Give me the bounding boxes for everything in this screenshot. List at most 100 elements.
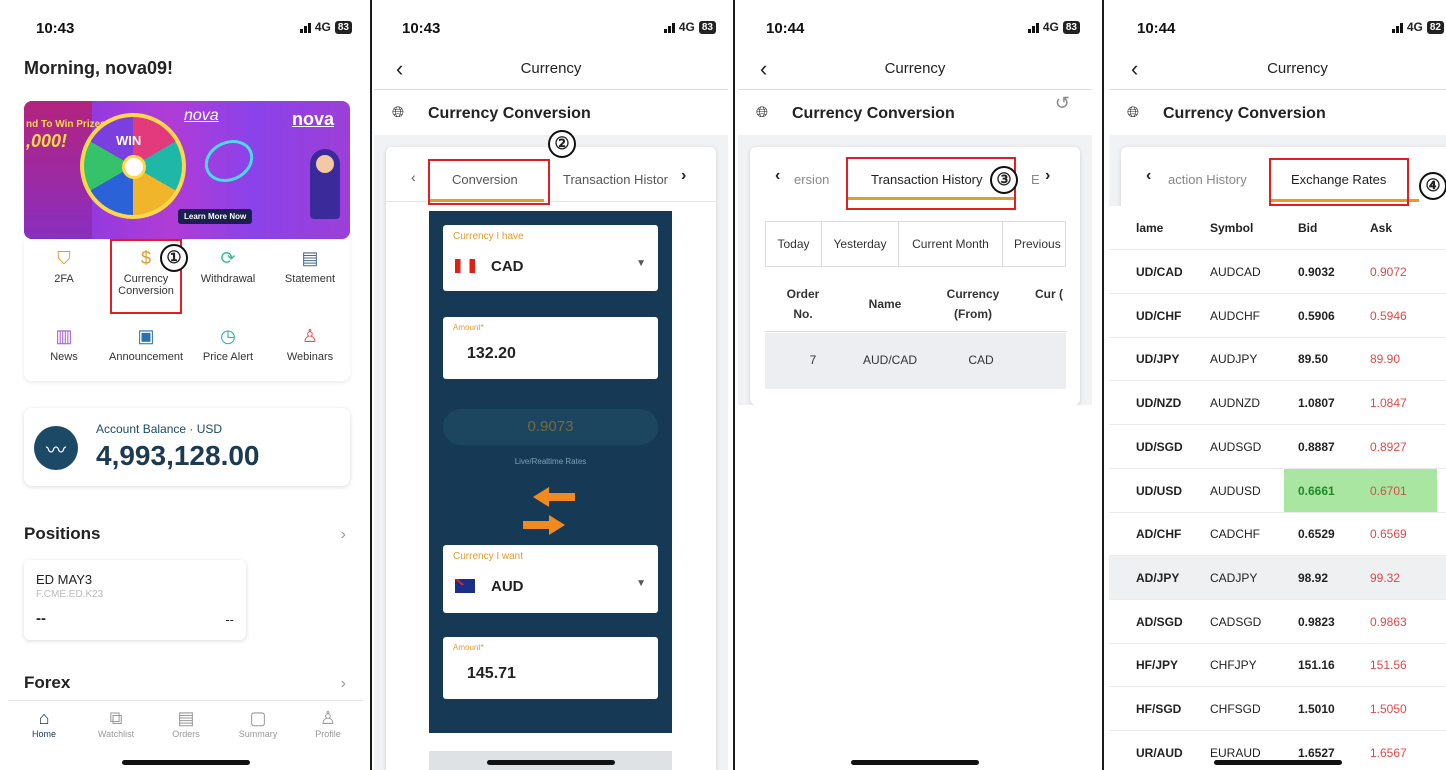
nova-logo-2: nova <box>292 109 335 129</box>
rate-ask: 0.5946 <box>1370 308 1407 323</box>
signal-icon <box>1027 22 1039 33</box>
wallet-icon: ▢ <box>249 708 267 728</box>
rate-name: HF/JPY <box>1136 658 1179 673</box>
filter-yesterday[interactable]: Yesterday <box>821 221 899 267</box>
refresh-icon[interactable]: ↺ <box>1055 93 1070 114</box>
tab-transaction-history[interactable]: action History <box>1168 172 1247 187</box>
rate-symbol: CADJPY <box>1210 570 1258 585</box>
greeting: Morning, nova09! <box>24 58 174 78</box>
divider <box>1102 0 1104 770</box>
qa-news[interactable]: ▥ News <box>24 325 104 363</box>
currency-want-select[interactable]: Currency I want AUD ▼ <box>443 545 658 613</box>
highlight-exchange-rates-tab <box>1269 158 1409 206</box>
rate-ask: 0.6701 <box>1370 483 1407 498</box>
table-row[interactable]: AD/CHF CADCHF 0.6529 0.6569 <box>1109 512 1446 557</box>
nav-title: Currency <box>520 60 582 77</box>
network-label: 4G <box>1406 20 1423 34</box>
table-row[interactable]: UD/CAD AUDCAD 0.9032 0.9072 <box>1109 250 1446 294</box>
promo-banner[interactable]: nd To Win Prizes ,000! WIN nova nova Lea… <box>24 101 350 239</box>
qa-price-alert[interactable]: ◷ Price Alert <box>188 325 268 363</box>
section-header: 🌐︎ Currency Conversion ↺ <box>738 91 1092 135</box>
table-row[interactable]: UD/JPY AUDJPY 89.50 89.90 <box>1109 337 1446 382</box>
tab-profile[interactable]: ♙ Profile <box>298 707 358 739</box>
home-indicator <box>487 760 615 765</box>
history-screen: 10:44 4G 83 ‹ Currency 🌐︎ Currency Conver… <box>738 0 1092 770</box>
tabs-next-icon[interactable]: › <box>1045 167 1050 185</box>
alert-clock-icon: ◷ <box>220 326 236 346</box>
rate-ask: 151.56 <box>1370 658 1407 673</box>
tab-exchange-rates[interactable]: E <box>1031 172 1040 187</box>
table-row[interactable]: UD/NZD AUDNZD 1.0807 1.0847 <box>1109 381 1446 426</box>
learn-more-button[interactable]: Learn More Now <box>178 209 253 224</box>
filter-today[interactable]: Today <box>765 221 822 267</box>
status-bar: 10:44 4G 82 <box>1109 0 1446 50</box>
qa-2fa[interactable]: ⛉ 2FA <box>24 247 104 285</box>
rate-bid: 89.50 <box>1298 352 1329 367</box>
nav-title: Currency <box>1267 60 1328 77</box>
rate-bid: 151.16 <box>1298 658 1335 673</box>
tab-home[interactable]: ⌂ Home <box>14 707 74 739</box>
rate-name: UD/CAD <box>1136 265 1183 279</box>
rate-name: UD/USD <box>1136 483 1183 498</box>
battery-icon: 82 <box>1426 20 1444 34</box>
table-row[interactable]: UD/CHF AUDCHF 0.5906 0.5946 <box>1109 294 1446 338</box>
qa-announcement[interactable]: ▣ Announcement <box>106 325 186 363</box>
rate-ask: 1.6567 <box>1370 745 1407 760</box>
tabs-prev-icon[interactable]: ‹ <box>1146 167 1151 185</box>
amount-to-field[interactable]: Amount* 145.71 <box>443 637 658 699</box>
tab-orders[interactable]: ▤ Orders <box>156 707 216 739</box>
signal-icon <box>1391 22 1403 33</box>
currency-have-select[interactable]: Currency I have CAD ▼ <box>443 225 658 291</box>
filter-current-month[interactable]: Current Month <box>898 221 1003 267</box>
network-label: 4G <box>678 20 695 34</box>
qa-statement[interactable]: ▤ Statement <box>270 247 350 285</box>
tabs-next-icon[interactable]: › <box>681 167 686 185</box>
table-row[interactable]: HF/JPY CHFJPY 151.16 151.56 <box>1109 643 1446 688</box>
signal-icon <box>299 22 311 33</box>
forex-chevron-icon[interactable]: › <box>341 675 346 693</box>
table-header: lame Symbol Bid Ask <box>1109 206 1446 250</box>
account-balance-card[interactable]: 〰 Account Balance · USD 4,993,128.00 <box>24 408 350 486</box>
filter-previous[interactable]: Previous <box>1002 221 1066 267</box>
section-title: Currency Conversion <box>428 105 591 122</box>
positions-chevron-icon[interactable]: › <box>341 526 346 544</box>
tab-summary[interactable]: ▢ Summary <box>228 707 288 739</box>
rates-screen: 10:44 4G 82 ‹ Currency 🌐︎ Currency Conver… <box>1109 0 1446 770</box>
home-icon: ⌂ <box>38 708 50 728</box>
rate-symbol: EURAUD <box>1210 745 1261 760</box>
network-label: 4G <box>314 20 331 34</box>
tabs-prev-icon[interactable]: ‹ <box>775 167 780 185</box>
step-marker-1: ① <box>160 244 188 272</box>
table-row[interactable]: AD/SGD CADSGD 0.9823 0.9863 <box>1109 600 1446 644</box>
history-table: Order No. Name Currency (From) Cur ( 7 A… <box>765 276 1066 390</box>
qa-withdrawal[interactable]: ⟳ Withdrawal <box>188 247 268 285</box>
tab-transaction-history[interactable]: Transaction Histor <box>563 172 668 187</box>
tab-watchlist[interactable]: ⧉ Watchlist <box>86 707 146 739</box>
refresh-icon: ⟳ <box>220 248 236 268</box>
rate-symbol: CADCHF <box>1210 527 1260 542</box>
swap-arrows-icon[interactable] <box>519 481 583 539</box>
position-card[interactable]: ED MAY3 F.CME.ED.K23 -- -- <box>24 560 246 640</box>
tab-conversion[interactable]: ersion <box>794 172 829 187</box>
presenter-icon: ♙ <box>301 326 319 346</box>
shield-check-icon: ⛉ <box>57 248 71 268</box>
table-row[interactable]: 7 AUD/CAD CAD <box>765 333 1066 389</box>
document-icon: ▤ <box>177 708 195 728</box>
rate-ask: 99.32 <box>1370 570 1401 585</box>
positions-title: Positions <box>24 524 101 543</box>
live-rate-display: 0.9073 <box>443 409 658 445</box>
tabs-prev-icon[interactable]: ‹ <box>411 169 416 185</box>
canada-flag-icon <box>455 259 475 273</box>
position-name: ED MAY3 <box>36 572 93 587</box>
qa-webinars[interactable]: ♙ Webinars <box>270 325 350 363</box>
table-row[interactable]: UD/USD AUDUSD 0.6661 0.6701 <box>1109 468 1446 513</box>
section-title: Currency Conversion <box>792 105 955 122</box>
globe-icon: 🌐︎ <box>392 104 405 121</box>
rate-ask: 0.9863 <box>1370 614 1407 629</box>
signal-icon <box>663 22 675 33</box>
table-row[interactable]: UD/SGD AUDSGD 0.8887 0.8927 <box>1109 425 1446 469</box>
table-row[interactable]: HF/SGD CHFSGD 1.5010 1.5050 <box>1109 687 1446 731</box>
rate-name: UD/SGD <box>1136 439 1183 454</box>
table-row[interactable]: AD/JPY CADJPY 98.92 99.32 <box>1109 555 1446 600</box>
amount-from-field[interactable]: Amount* 132.20 <box>443 317 658 379</box>
